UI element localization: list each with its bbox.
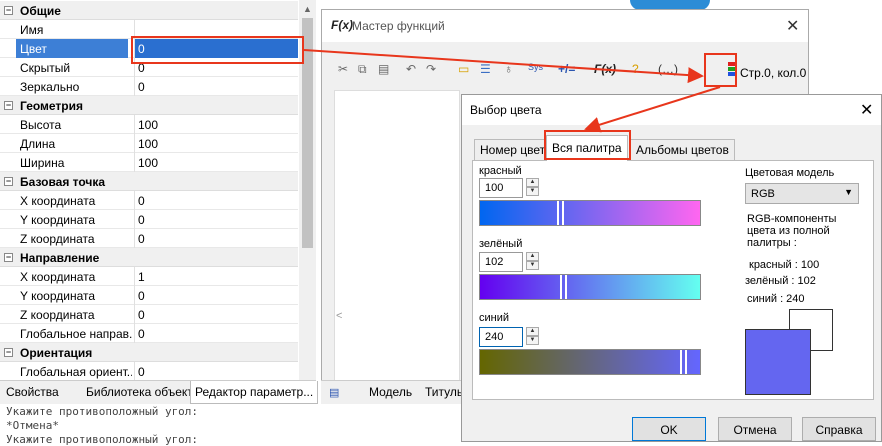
arrow-line (303, 49, 704, 84)
annotation-arrows (303, 49, 721, 133)
arrow-line (584, 86, 721, 133)
